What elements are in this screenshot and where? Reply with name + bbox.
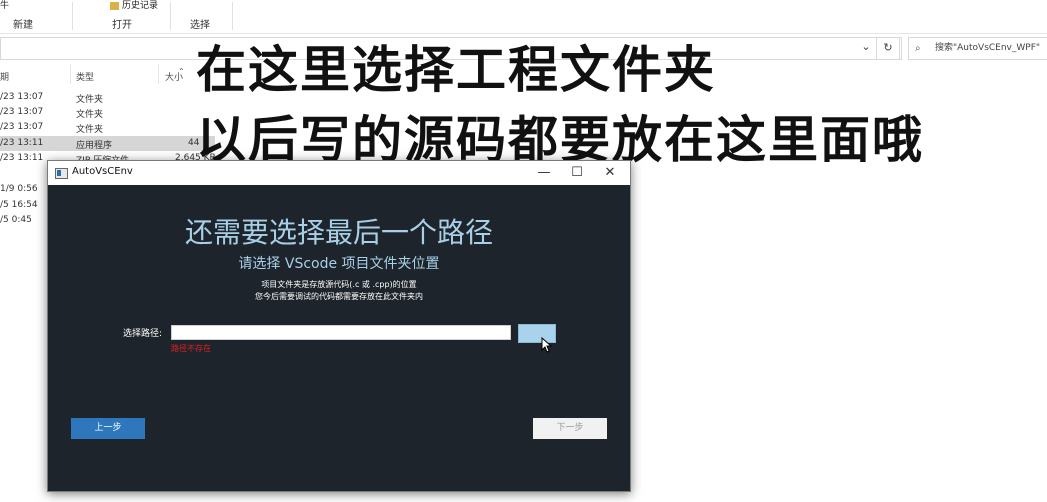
- sort-chevron-icon: ⌃: [178, 67, 185, 76]
- path-error-message: 路径不存在: [171, 344, 211, 353]
- dialog-subheading: 请选择 VScode 项目文件夹位置: [238, 256, 440, 272]
- file-date: /23 13:07: [0, 107, 44, 117]
- file-type: 文件夹: [76, 125, 104, 135]
- address-dropdown-icon[interactable]: ⌄: [855, 37, 877, 58]
- ribbon: 牛 历史记录 新建 打开 选择: [0, 0, 1047, 34]
- file-row-selected[interactable]: /23 13:11 应用程序 44: [0, 136, 215, 151]
- file-row[interactable]: /23 13:07 文件夹: [0, 90, 215, 105]
- history-button[interactable]: 历史记录: [110, 0, 158, 11]
- column-divider[interactable]: [158, 64, 159, 84]
- file-date: /5 16:54: [0, 200, 38, 210]
- file-row[interactable]: /5 0:45: [0, 213, 47, 228]
- ribbon-group-select: 选择: [190, 20, 210, 31]
- file-date: /23 13:11: [0, 153, 44, 163]
- minimize-button[interactable]: —: [528, 161, 560, 185]
- refresh-icon[interactable]: ↻: [876, 37, 900, 60]
- mouse-cursor-icon: [541, 337, 553, 353]
- annotation-line-1: 在这里选择工程文件夹: [196, 41, 716, 99]
- file-date: /23 13:07: [0, 92, 44, 102]
- history-label: 历史记录: [122, 1, 159, 11]
- dialog-heading: 还需要选择最后一个路径: [184, 216, 493, 249]
- ribbon-item-partial[interactable]: 牛: [0, 0, 9, 11]
- file-date: 1/9 0:56: [0, 184, 38, 194]
- close-button[interactable]: ✕: [594, 161, 626, 185]
- dialog-body: 还需要选择最后一个路径 请选择 VScode 项目文件夹位置 项目文件夹是存放源…: [48, 185, 630, 491]
- file-type: 文件夹: [76, 95, 104, 105]
- ribbon-divider: [232, 2, 233, 30]
- column-header-date[interactable]: 期: [0, 70, 9, 83]
- file-type: 应用程序: [76, 141, 113, 151]
- next-step-button[interactable]: 下一步: [533, 418, 607, 439]
- ribbon-divider: [72, 2, 73, 30]
- path-label: 选择路径:: [123, 329, 163, 339]
- window-title: AutoVsCEnv: [72, 166, 133, 177]
- file-date: /5 0:45: [0, 215, 32, 225]
- search-input[interactable]: ⌕ 搜索"AutoVsCEnv_WPF": [908, 37, 1047, 60]
- title-bar[interactable]: AutoVsCEnv — ☐ ✕: [48, 161, 630, 185]
- ribbon-divider: [170, 2, 171, 30]
- autovscenv-dialog: AutoVsCEnv — ☐ ✕ 还需要选择最后一个路径 请选择 VScode …: [47, 160, 631, 492]
- file-date: /23 13:07: [0, 122, 44, 132]
- ribbon-group-new: 新建: [13, 20, 33, 31]
- history-icon: [110, 1, 119, 10]
- search-placeholder: 搜索"AutoVsCEnv_WPF": [935, 43, 1041, 53]
- file-row[interactable]: /5 16:54: [0, 198, 47, 213]
- ribbon-group-open: 打开: [112, 20, 132, 31]
- description-line-1: 项目文件夹是存放源代码(.c 或 .cpp)的位置: [261, 280, 417, 289]
- app-icon: [55, 168, 68, 179]
- column-divider[interactable]: [70, 64, 71, 84]
- file-row[interactable]: 1/9 0:56: [0, 182, 47, 197]
- description-line-2: 您今后需要调试的代码都需要存放在此文件夹内: [255, 292, 423, 301]
- maximize-button[interactable]: ☐: [561, 161, 593, 185]
- search-icon: ⌕: [915, 43, 921, 54]
- file-row[interactable]: /23 13:07 文件夹: [0, 105, 215, 120]
- file-row[interactable]: /23 13:07 文件夹: [0, 120, 215, 135]
- column-header-type[interactable]: 类型: [76, 70, 94, 83]
- file-type: 文件夹: [76, 110, 104, 120]
- file-date: /23 13:11: [0, 138, 44, 148]
- path-input[interactable]: [171, 325, 511, 340]
- previous-step-button[interactable]: 上一步: [71, 418, 145, 439]
